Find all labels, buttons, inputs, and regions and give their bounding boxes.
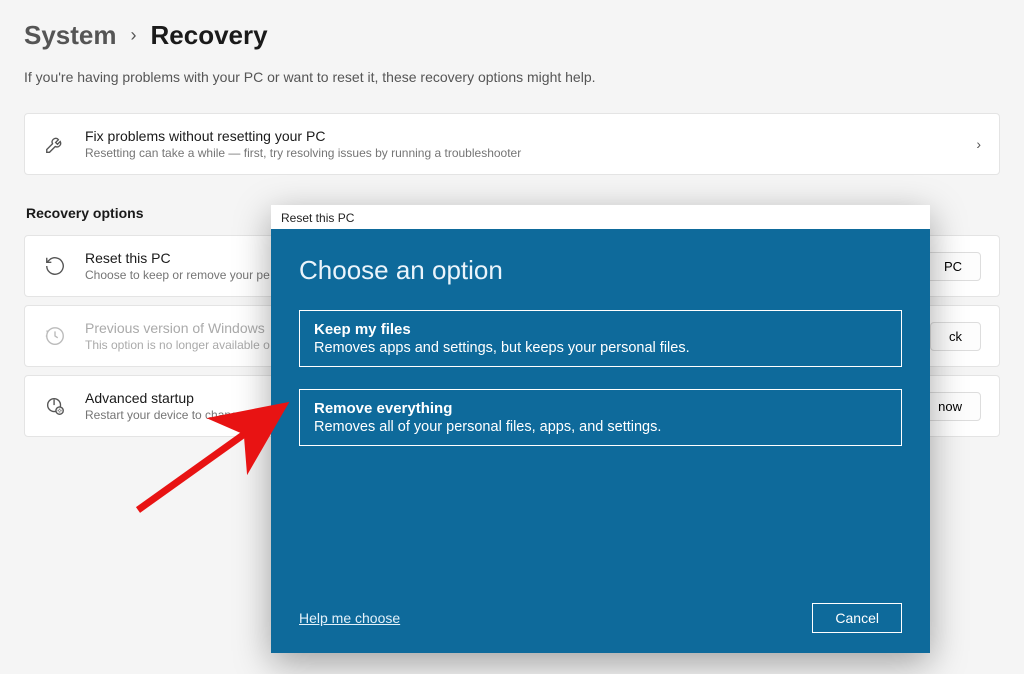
fix-card-desc: Resetting can take a while — first, try … xyxy=(85,146,958,160)
go-back-button: ck xyxy=(930,322,981,351)
dialog-titlebar: Reset this PC xyxy=(271,205,930,229)
dialog-heading: Choose an option xyxy=(299,255,902,286)
chevron-right-icon: › xyxy=(976,136,981,152)
keep-my-files-option[interactable]: Keep my files Removes apps and settings,… xyxy=(299,310,902,367)
option-desc: Removes apps and settings, but keeps you… xyxy=(314,340,887,356)
chevron-right-icon: › xyxy=(131,25,137,46)
wrench-icon xyxy=(43,132,67,156)
breadcrumb-parent[interactable]: System xyxy=(24,20,117,51)
option-title: Keep my files xyxy=(314,321,887,338)
reset-pc-dialog: Reset this PC Choose an option Keep my f… xyxy=(271,205,930,653)
breadcrumb: System › Recovery xyxy=(24,20,1000,51)
reset-pc-button[interactable]: PC xyxy=(925,252,981,281)
help-me-choose-link[interactable]: Help me choose xyxy=(299,610,400,626)
option-title: Remove everything xyxy=(314,400,887,417)
page-subtitle: If you're having problems with your PC o… xyxy=(24,69,1000,85)
history-icon xyxy=(43,324,67,348)
fix-problems-card[interactable]: Fix problems without resetting your PC R… xyxy=(24,113,1000,175)
fix-card-title: Fix problems without resetting your PC xyxy=(85,128,958,144)
power-gear-icon xyxy=(43,394,67,418)
breadcrumb-current: Recovery xyxy=(151,20,268,51)
reset-icon xyxy=(43,254,67,278)
remove-everything-option[interactable]: Remove everything Removes all of your pe… xyxy=(299,389,902,446)
option-desc: Removes all of your personal files, apps… xyxy=(314,419,887,435)
cancel-button[interactable]: Cancel xyxy=(812,603,902,633)
